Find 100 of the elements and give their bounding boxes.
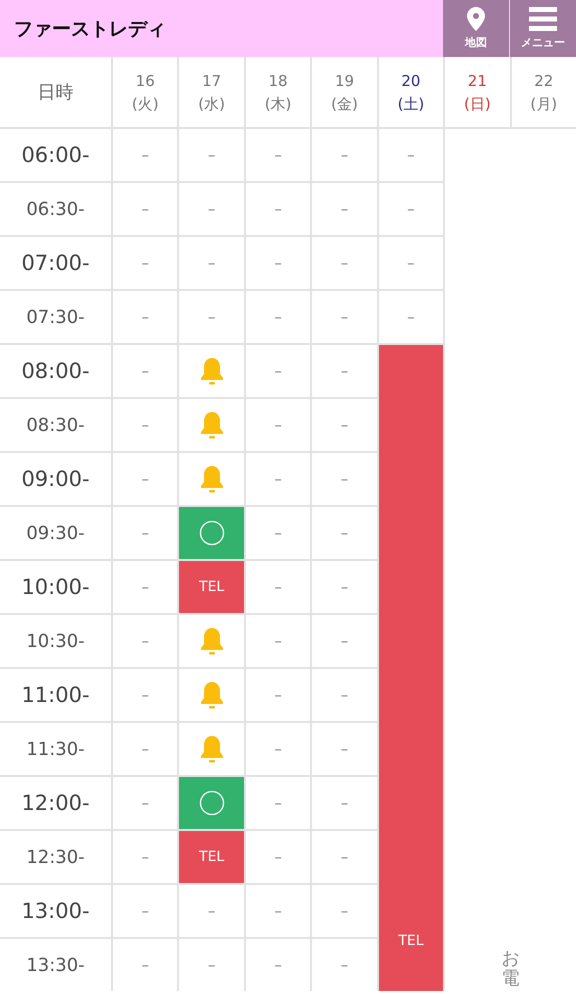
empty-slot-dash: – xyxy=(246,669,310,721)
empty-slot-dash: – xyxy=(246,345,310,397)
empty-slot-dash: – xyxy=(246,453,310,505)
time-label: 09:30- xyxy=(0,507,111,559)
day-weekday: (月) xyxy=(530,94,558,115)
time-label: 08:00- xyxy=(0,345,111,397)
empty-slot-dash: – xyxy=(246,885,310,937)
empty-slot-dash: – xyxy=(246,939,310,991)
empty-slot-dash: – xyxy=(246,615,310,667)
empty-slot-dash: – xyxy=(179,129,244,181)
time-label: 10:30- xyxy=(0,615,111,667)
empty-slot-dash: – xyxy=(312,453,377,505)
empty-slot-dash: – xyxy=(113,237,178,289)
tel-slot[interactable]: TEL xyxy=(179,561,244,613)
empty-slot-dash: – xyxy=(312,723,377,775)
tel-slot[interactable]: TEL xyxy=(378,345,444,991)
empty-slot-dash: – xyxy=(113,723,178,775)
circle-icon xyxy=(198,790,225,816)
bell-icon xyxy=(198,356,225,386)
day-weekday: (金) xyxy=(331,94,358,115)
time-label: 07:00- xyxy=(0,237,111,289)
empty-slot-dash: – xyxy=(246,291,310,343)
menu-button[interactable]: メニュー xyxy=(510,0,576,57)
empty-slot-dash: – xyxy=(312,777,377,829)
empty-slot-dash: – xyxy=(312,885,377,937)
empty-slot-dash: – xyxy=(312,939,377,991)
empty-slot-dash: – xyxy=(312,237,377,289)
empty-slot-dash: – xyxy=(113,561,178,613)
empty-slot-dash: – xyxy=(246,183,310,235)
time-label: 06:00- xyxy=(0,129,111,181)
empty-slot-dash: – xyxy=(246,831,310,883)
bell-icon xyxy=(198,680,225,710)
empty-slot-dash: – xyxy=(113,507,178,559)
empty-slot-dash: – xyxy=(113,669,178,721)
app-title: ファーストレディ xyxy=(14,16,166,42)
time-label: 12:30- xyxy=(0,831,111,883)
empty-slot-dash: – xyxy=(312,399,377,451)
available-slot[interactable] xyxy=(179,777,244,829)
day-date: 16 xyxy=(136,70,155,92)
day-date: 17 xyxy=(202,70,222,92)
empty-slot-dash: – xyxy=(312,615,377,667)
day-weekday: (水) xyxy=(198,94,225,115)
time-label: 11:00- xyxy=(0,669,111,721)
empty-slot-dash: – xyxy=(312,831,377,883)
empty-slot-dash: – xyxy=(113,183,178,235)
empty-slot-dash: – xyxy=(246,399,310,451)
day-date: 18 xyxy=(268,70,288,92)
time-label: 06:30- xyxy=(0,183,111,235)
empty-slot-dash: – xyxy=(246,507,310,559)
empty-slot-dash: – xyxy=(179,939,244,991)
tel-slot[interactable]: TEL xyxy=(179,831,244,883)
empty-slot-dash: – xyxy=(312,345,377,397)
closed-note: お電 xyxy=(502,949,520,989)
menu-icon xyxy=(529,7,557,31)
day-date: 22 xyxy=(534,70,554,92)
map-button[interactable]: 地図 xyxy=(443,0,509,57)
empty-slot-dash: – xyxy=(113,885,178,937)
time-label: 10:00- xyxy=(0,561,111,613)
empty-slot-dash: – xyxy=(246,129,310,181)
empty-slot-dash: – xyxy=(312,669,377,721)
day-weekday: (土) xyxy=(398,94,424,115)
available-slot[interactable] xyxy=(179,507,244,559)
column-header: 日時 xyxy=(0,57,111,127)
empty-slot-dash: – xyxy=(246,237,310,289)
empty-slot-dash: – xyxy=(113,615,178,667)
empty-slot-dash: – xyxy=(378,183,444,235)
empty-slot-dash: – xyxy=(179,885,244,937)
day-date: 20 xyxy=(401,70,420,92)
day-date: 19 xyxy=(334,70,354,92)
empty-slot-dash: – xyxy=(179,291,244,343)
circle-icon xyxy=(198,520,225,546)
map-pin-icon xyxy=(467,7,485,31)
empty-slot-dash: – xyxy=(378,129,444,181)
empty-slot-dash: – xyxy=(113,453,178,505)
empty-slot-dash: – xyxy=(113,345,178,397)
empty-slot-dash: – xyxy=(113,831,178,883)
empty-slot-dash: – xyxy=(179,183,244,235)
empty-slot-dash: – xyxy=(312,129,377,181)
bell-icon xyxy=(198,734,225,764)
empty-slot-dash: – xyxy=(312,561,377,613)
empty-slot-dash: – xyxy=(312,507,377,559)
time-label: 11:30- xyxy=(0,723,111,775)
time-label: 13:00- xyxy=(0,885,111,937)
time-label: 09:00- xyxy=(0,453,111,505)
empty-slot-dash: – xyxy=(113,939,178,991)
time-label: 13:30- xyxy=(0,939,111,991)
empty-slot-dash: – xyxy=(113,129,178,181)
empty-slot-dash: – xyxy=(378,237,444,289)
time-label: 08:30- xyxy=(0,399,111,451)
bell-icon xyxy=(198,464,225,494)
empty-slot-dash: – xyxy=(312,183,377,235)
empty-slot-dash: – xyxy=(246,561,310,613)
time-label: 07:30- xyxy=(0,291,111,343)
empty-slot-dash: – xyxy=(246,777,310,829)
day-weekday: (日) xyxy=(464,94,491,115)
empty-slot-dash: – xyxy=(246,723,310,775)
empty-slot-dash: – xyxy=(179,237,244,289)
empty-slot-dash: – xyxy=(113,291,178,343)
day-weekday: (火) xyxy=(132,94,159,115)
empty-slot-dash: – xyxy=(378,291,444,343)
